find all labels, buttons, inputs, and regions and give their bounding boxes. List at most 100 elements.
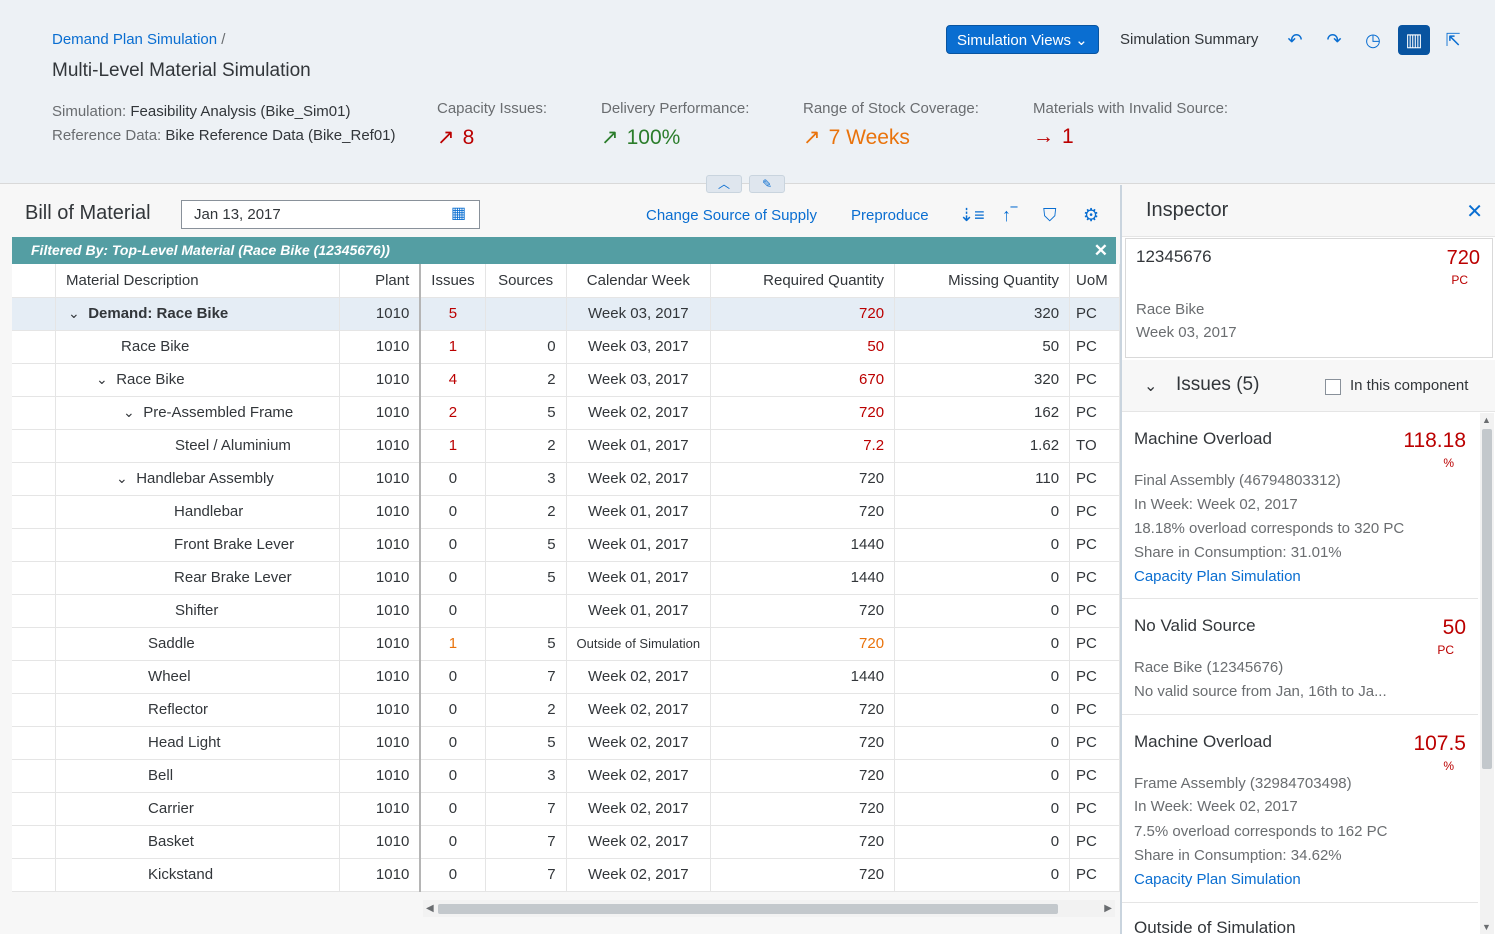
side-panel-icon[interactable]: ▥ <box>1398 25 1430 55</box>
row-selector[interactable] <box>12 627 57 661</box>
table-row[interactable]: Wheel 1010 0 7 Week 02, 2017 1440 0 PC <box>12 660 1120 694</box>
simulation-summary-button[interactable]: Simulation Summary <box>1110 25 1268 54</box>
chevron-down-icon: ⌄ <box>1075 32 1088 49</box>
col-plant[interactable]: Plant <box>339 264 422 298</box>
row-selector[interactable] <box>12 297 57 331</box>
sort-icon[interactable]: ⇣≡ <box>959 205 985 226</box>
table-row[interactable]: Kickstand 1010 0 7 Week 02, 2017 720 0 P… <box>12 858 1120 892</box>
vertical-scrollbar[interactable]: ▲ ▼ <box>1480 413 1494 934</box>
issue-card[interactable]: Machine Overload 107.5 % Frame Assembly … <box>1122 716 1478 903</box>
table-row[interactable]: Steel / Aluminium 1010 1 2 Week 01, 2017… <box>12 429 1120 463</box>
change-source-button[interactable]: Change Source of Supply <box>646 207 817 224</box>
row-selector[interactable] <box>12 363 57 397</box>
col-calendar-week[interactable]: Calendar Week <box>566 264 712 298</box>
row-selector[interactable] <box>12 759 57 793</box>
col-missing-quantity[interactable]: Missing Quantity <box>894 264 1071 298</box>
capacity-plan-link[interactable]: Capacity Plan Simulation <box>1134 568 1301 585</box>
col-required-quantity[interactable]: Required Quantity <box>710 264 896 298</box>
preproduce-button[interactable]: Preproduce <box>851 207 929 224</box>
table-row[interactable]: Head Light 1010 0 5 Week 02, 2017 720 0 … <box>12 726 1120 760</box>
simulation-views-button[interactable]: Simulation Views ⌄ <box>946 25 1099 54</box>
chevron-down-icon[interactable]: ⌄ <box>116 470 132 487</box>
chevron-down-icon[interactable]: ⌄ <box>68 305 84 322</box>
pin-header-icon[interactable]: ✎ <box>749 175 785 193</box>
table-row[interactable]: Bell 1010 0 3 Week 02, 2017 720 0 PC <box>12 759 1120 793</box>
chevron-down-icon[interactable]: ⌄ <box>96 371 112 388</box>
row-selector[interactable] <box>12 792 57 826</box>
row-selector[interactable] <box>12 858 57 892</box>
scroll-left-icon[interactable]: ◀ <box>426 900 434 917</box>
row-selector[interactable] <box>12 462 57 496</box>
row-selector[interactable] <box>12 693 57 727</box>
simulation-info: Simulation: Feasibility Analysis (Bike_S… <box>52 103 396 144</box>
scrollbar-thumb[interactable] <box>438 904 1058 914</box>
undo-icon[interactable]: ↶ <box>1279 25 1311 55</box>
table-row[interactable]: Basket 1010 0 7 Week 02, 2017 720 0 PC <box>12 825 1120 859</box>
row-selector[interactable] <box>12 330 57 364</box>
in-component-checkbox[interactable] <box>1325 379 1341 395</box>
col-uom[interactable]: UoM <box>1069 264 1120 298</box>
share-icon[interactable]: ⇱ <box>1437 25 1469 55</box>
row-selector[interactable] <box>12 660 57 694</box>
arrow-right-icon: → <box>1033 125 1054 148</box>
collapse-all-icon[interactable]: ↑‾ <box>1002 205 1017 226</box>
col-sources[interactable]: Sources <box>485 264 567 298</box>
calendar-icon[interactable]: ▦ <box>451 205 471 225</box>
table-row[interactable]: Saddle 1010 1 5 Outside of Simulation 72… <box>12 627 1120 661</box>
inspector-summary-card: 12345676 720 PC Race Bike Week 03, 2017 <box>1125 238 1493 358</box>
close-icon[interactable]: ✕ <box>1466 199 1483 224</box>
table-row[interactable]: Rear Brake Lever 1010 0 5 Week 01, 2017 … <box>12 561 1120 595</box>
page-header: Demand Plan Simulation / Multi-Level Mat… <box>0 0 1495 184</box>
table-row[interactable]: ⌄ Race Bike 1010 4 2 Week 03, 2017 670 3… <box>12 363 1120 397</box>
inspector-title: Inspector <box>1146 199 1229 221</box>
issue-card[interactable]: Outside of Simulation <box>1122 904 1478 934</box>
capacity-plan-link[interactable]: Capacity Plan Simulation <box>1134 871 1301 888</box>
col-issues[interactable]: Issues <box>420 264 486 298</box>
table-row[interactable]: ⌄ Handlebar Assembly 1010 0 3 Week 02, 2… <box>12 462 1120 496</box>
filter-info-bar: Filtered By: Top-Level Material (Race Bi… <box>12 237 1116 264</box>
scroll-right-icon[interactable]: ▶ <box>1104 900 1112 917</box>
trend-up-icon: ↗ <box>803 126 821 149</box>
scrollbar-thumb[interactable] <box>1482 429 1492 769</box>
row-selector[interactable] <box>12 825 57 859</box>
table-row[interactable]: Handlebar 1010 0 2 Week 01, 2017 720 0 P… <box>12 495 1120 529</box>
row-selector[interactable] <box>12 495 57 529</box>
table-row[interactable]: Reflector 1010 0 2 Week 02, 2017 720 0 P… <box>12 693 1120 727</box>
table-row[interactable]: Carrier 1010 0 7 Week 02, 2017 720 0 PC <box>12 792 1120 826</box>
issue-card[interactable]: No Valid Source 50 PC Race Bike (1234567… <box>1122 600 1478 715</box>
history-icon[interactable]: ◷ <box>1357 25 1389 55</box>
page-title: Multi-Level Material Simulation <box>52 60 311 81</box>
scroll-up-icon[interactable]: ▲ <box>1482 415 1491 425</box>
row-selector[interactable] <box>12 528 57 562</box>
breadcrumb[interactable]: Demand Plan Simulation / <box>52 31 225 48</box>
chevron-down-icon[interactable]: ⌄ <box>123 404 139 421</box>
scroll-down-icon[interactable]: ▼ <box>1482 922 1491 932</box>
kpi-stock-coverage: Range of Stock Coverage: ↗ 7 Weeks <box>803 100 979 149</box>
table-row[interactable]: Race Bike 1010 1 0 Week 03, 2017 50 50 P… <box>12 330 1120 364</box>
chevron-down-icon[interactable]: ⌄ <box>1144 376 1157 396</box>
redo-icon[interactable]: ↷ <box>1318 25 1350 55</box>
collapse-header-icon[interactable]: ︿ <box>706 175 742 193</box>
issues-section-header[interactable]: ⌄ Issues (5) In this component <box>1122 360 1495 412</box>
row-selector[interactable] <box>12 726 57 760</box>
table-row[interactable]: ⌄ Demand: Race Bike 1010 5 Week 03, 2017… <box>12 297 1120 331</box>
close-icon[interactable]: ✕ <box>1094 237 1108 264</box>
inspector-header: Inspector ✕ <box>1122 185 1495 237</box>
row-selector[interactable] <box>12 561 57 595</box>
table-row[interactable]: Front Brake Lever 1010 0 5 Week 01, 2017… <box>12 528 1120 562</box>
row-selector[interactable] <box>12 396 57 430</box>
issue-card[interactable]: Machine Overload 118.18 % Final Assembly… <box>1122 413 1478 599</box>
trend-up-icon: ↗ <box>601 126 619 149</box>
date-picker[interactable]: Jan 13, 2017 ▦ <box>181 200 480 229</box>
table-row[interactable]: ⌄ Pre-Assembled Frame 1010 2 5 Week 02, … <box>12 396 1120 430</box>
col-material-description[interactable]: Material Description <box>55 264 341 298</box>
row-selector[interactable] <box>12 594 57 628</box>
kpi-invalid-source: Materials with Invalid Source: → 1 <box>1033 100 1229 148</box>
row-selector[interactable] <box>12 429 57 463</box>
bom-table: Material Description Plant Issues Source… <box>12 264 1120 892</box>
filter-icon[interactable]: ⛉ <box>1043 205 1057 226</box>
kpi-capacity-issues: Capacity Issues: ↗ 8 <box>437 100 548 149</box>
horizontal-scrollbar[interactable]: ◀ ▶ <box>423 900 1115 917</box>
table-row[interactable]: Shifter 1010 0 Week 01, 2017 720 0 PC <box>12 594 1120 628</box>
settings-icon[interactable]: ⚙ <box>1083 205 1099 226</box>
